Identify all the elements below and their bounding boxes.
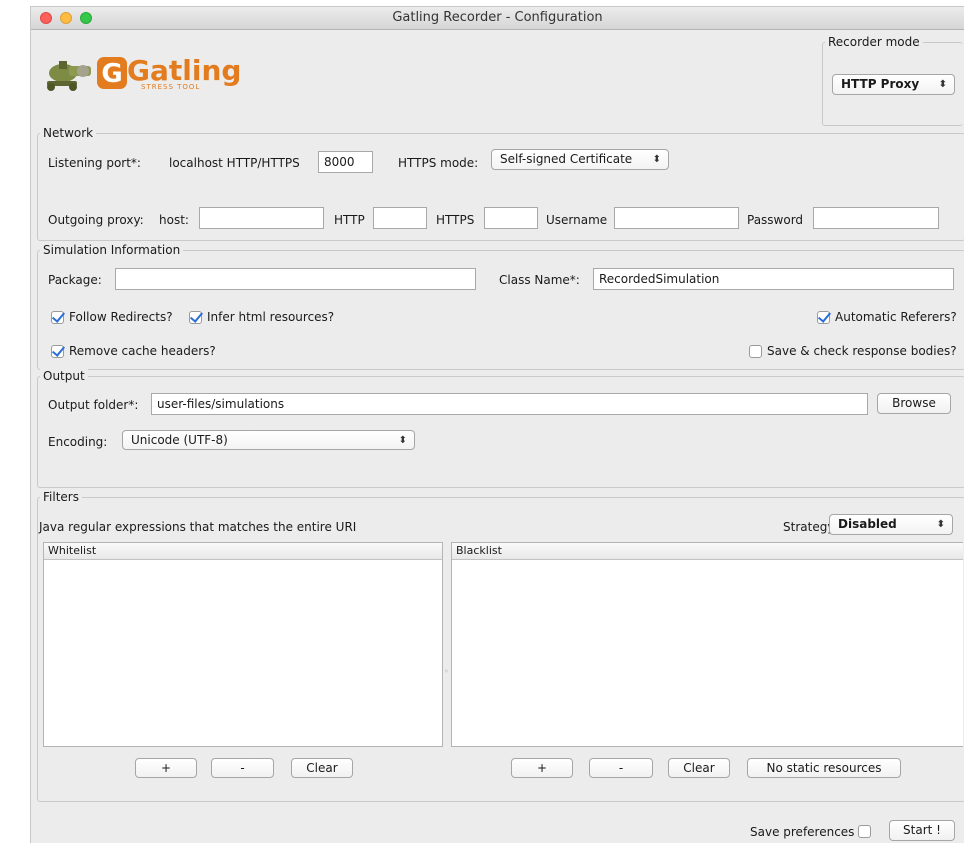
whitelist-table[interactable]: Whitelist [43,542,443,747]
blacklist-remove-button[interactable]: - [589,758,653,778]
start-button[interactable]: Start ! [889,820,955,841]
listening-port-label: Listening port*: [48,156,141,170]
whitelist-header: Whitelist [44,543,442,560]
whitelist-remove-button[interactable]: - [211,758,274,778]
host-label: host: [159,213,189,227]
automatic-referers-label: Automatic Referers? [835,310,957,324]
infer-html-label: Infer html resources? [207,310,335,324]
https-mode-value: Self-signed Certificate [500,152,633,166]
blacklist-add-button[interactable]: + [511,758,573,778]
blacklist-header: Blacklist [452,543,963,560]
strategy-value: Disabled [838,517,897,531]
browse-button[interactable]: Browse [877,393,951,414]
infer-html-checkbox[interactable] [189,311,202,324]
proxy-https-input[interactable] [484,207,538,229]
package-input[interactable] [115,268,476,290]
outgoing-proxy-label: Outgoing proxy: [48,213,144,227]
network-title: Network [40,126,97,140]
https-mode-select[interactable]: Self-signed Certificate ⬍ [491,149,669,170]
port-input[interactable]: 8000 [318,151,373,173]
username-input[interactable] [614,207,739,229]
class-name-label: Class Name*: [499,273,580,287]
whitelist-clear-button[interactable]: Clear [291,758,353,778]
encoding-label: Encoding: [48,435,108,449]
title-bar: Gatling Recorder - Configuration [31,7,964,30]
password-input[interactable] [813,207,939,229]
save-preferences-checkbox[interactable] [858,825,871,838]
proxy-host-input[interactable] [199,207,324,229]
close-window-button[interactable] [40,12,52,24]
strategy-label: Strategy [783,520,835,534]
save-check-label: Save & check response bodies? [767,344,957,358]
select-arrows-icon: ⬍ [938,79,947,90]
svg-text:G: G [101,59,122,89]
proxy-http-input[interactable] [373,207,427,229]
recorder-mode-value: HTTP Proxy [841,77,920,91]
split-divider-handle[interactable]: ◦ [444,667,449,676]
gatling-logo: G Gatling STRESS TOOL [41,49,241,95]
output-folder-input[interactable]: user-files/simulations [151,393,868,415]
app-window: Gatling Recorder - Configuration G Gatli… [30,6,964,843]
automatic-referers-checkbox[interactable] [817,311,830,324]
encoding-value: Unicode (UTF-8) [131,433,228,447]
https-label: HTTPS [436,213,475,227]
blacklist-table[interactable]: Blacklist [451,542,963,747]
username-label: Username [546,213,608,227]
password-label: Password [747,213,804,227]
class-name-input[interactable]: RecordedSimulation [593,268,954,290]
remove-cache-checkbox[interactable] [51,345,64,358]
save-check-checkbox[interactable] [749,345,762,358]
logo-tagline: STRESS TOOL [141,83,201,91]
filters-title: Filters [40,490,82,504]
minimize-window-button[interactable] [60,12,72,24]
whitelist-add-button[interactable]: + [135,758,197,778]
package-label: Package: [48,273,102,287]
select-arrows-icon: ⬍ [652,154,661,165]
window-title: Gatling Recorder - Configuration [392,10,603,25]
output-title: Output [40,369,88,383]
recorder-mode-select[interactable]: HTTP Proxy ⬍ [832,74,955,95]
output-folder-label: Output folder*: [48,398,139,412]
no-static-resources-button[interactable]: No static resources [747,758,901,778]
https-mode-label: HTTPS mode: [398,156,479,170]
follow-redirects-label: Follow Redirects? [69,310,173,324]
remove-cache-label: Remove cache headers? [69,344,216,358]
strategy-select[interactable]: Disabled ⬍ [829,514,953,535]
simulation-title: Simulation Information [40,243,184,257]
select-arrows-icon: ⬍ [398,435,407,446]
follow-redirects-checkbox[interactable] [51,311,64,324]
encoding-select[interactable]: Unicode (UTF-8) ⬍ [122,430,415,450]
save-preferences-label: Save preferences [750,825,855,839]
select-arrows-icon: ⬍ [936,519,945,530]
http-label: HTTP [334,213,365,227]
blacklist-clear-button[interactable]: Clear [668,758,730,778]
recorder-mode-title: Recorder mode [825,35,923,49]
maximize-window-button[interactable] [80,12,92,24]
filters-description: Java regular expressions that matches th… [39,520,357,534]
localhost-label: localhost HTTP/HTTPS [169,156,300,170]
